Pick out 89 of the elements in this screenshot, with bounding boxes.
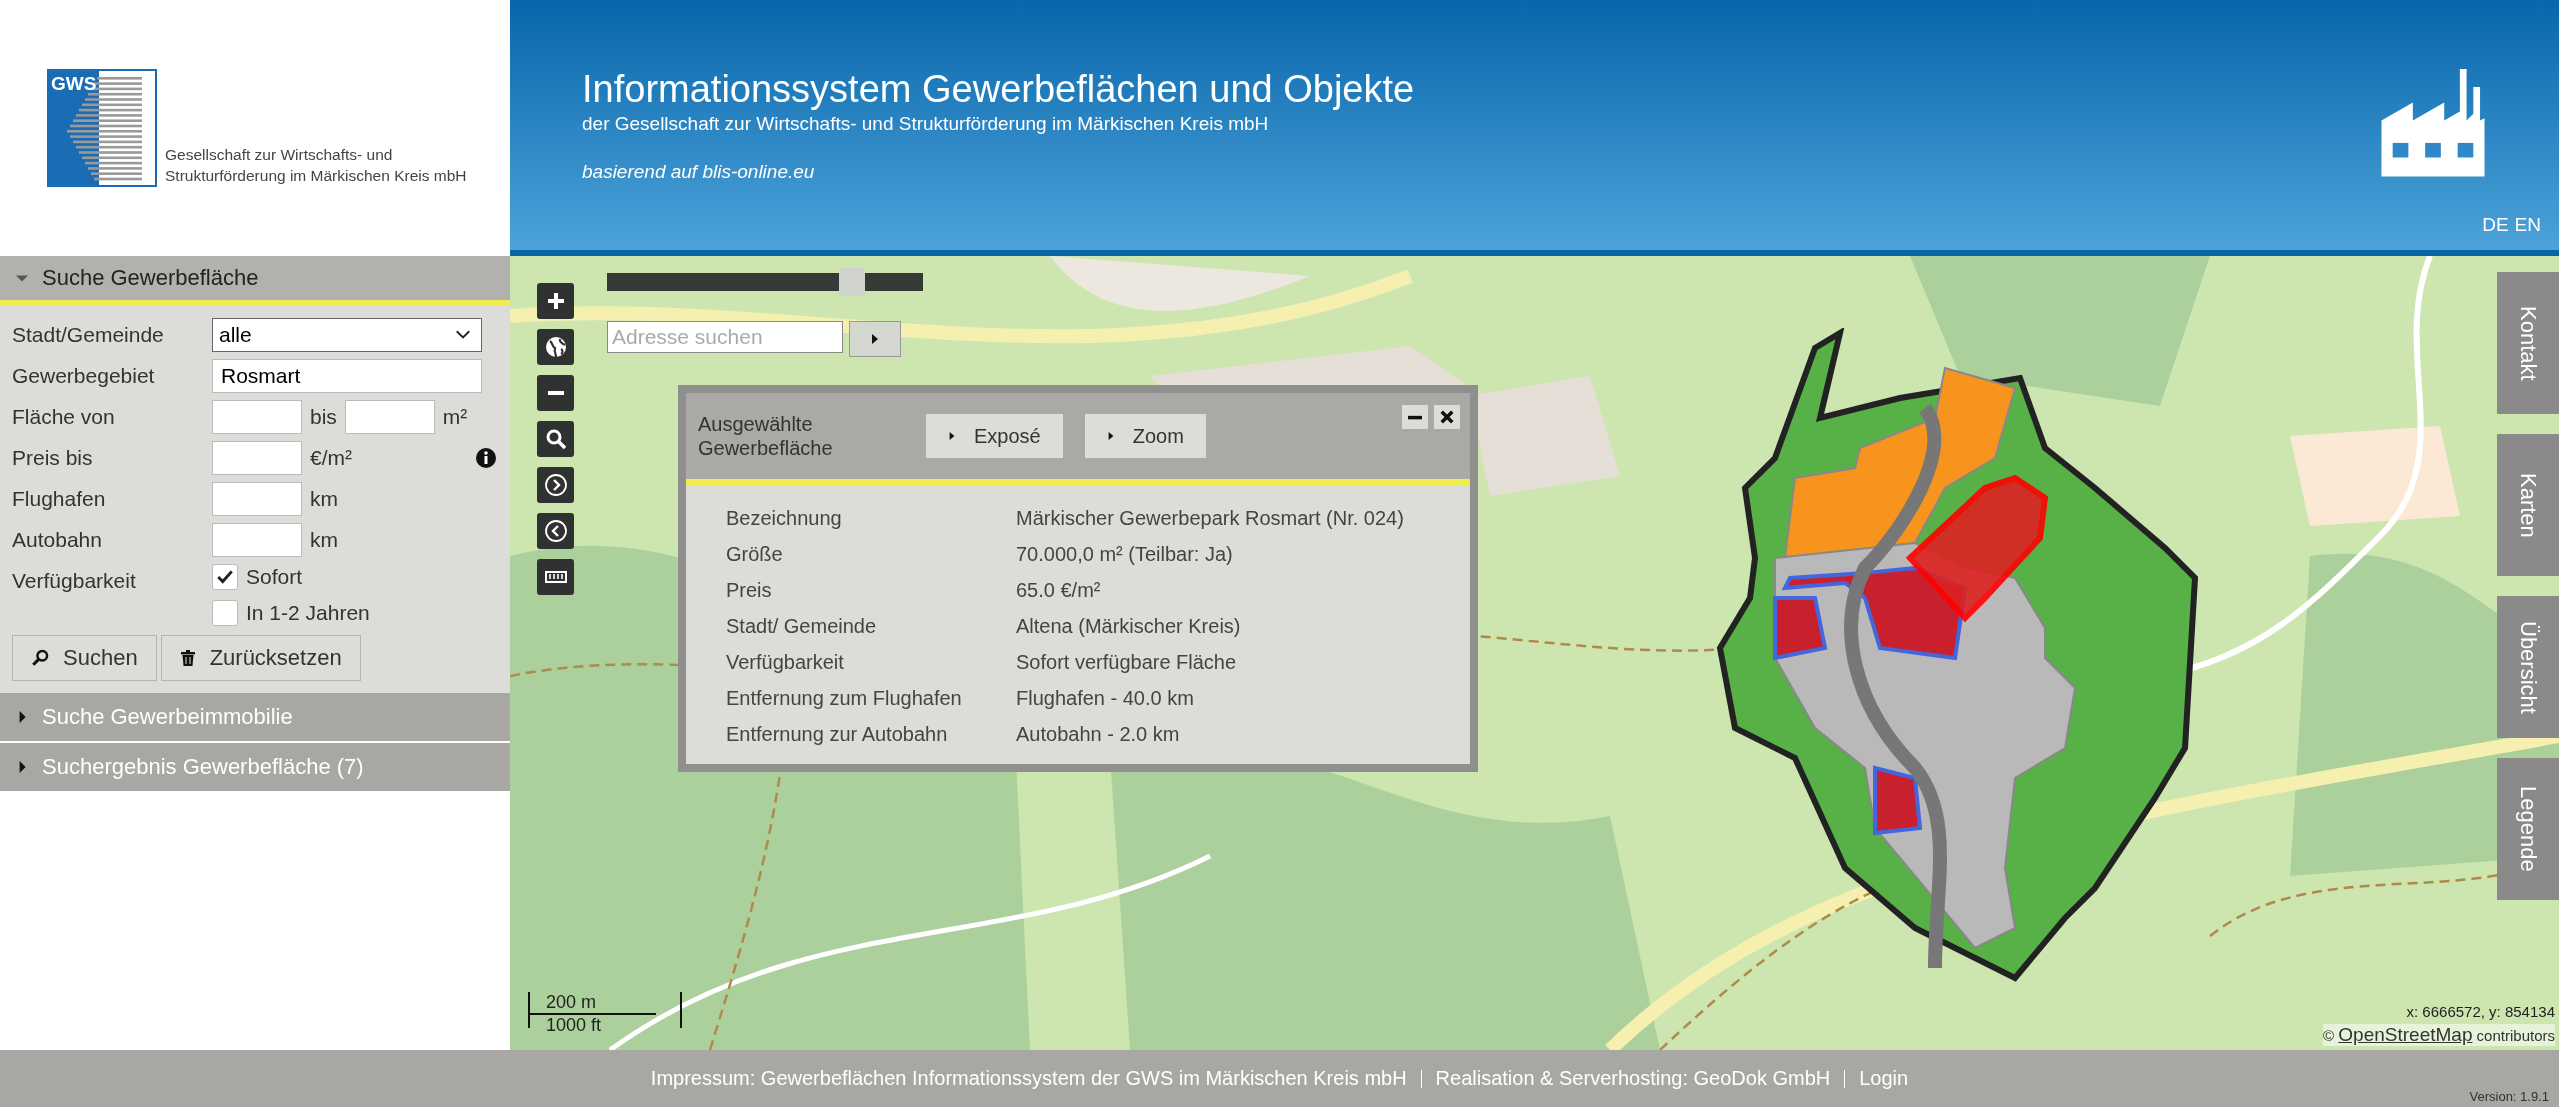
popup-action-button[interactable]: Exposé xyxy=(926,414,1063,458)
property-label: Bezeichnung xyxy=(726,507,843,530)
attribution-text: © OpenStreetMap contributors xyxy=(2323,1024,2555,1046)
property-label: Entfernung zur Autobahn xyxy=(726,723,949,746)
chevron-down-icon xyxy=(455,330,471,340)
section-header[interactable]: Suchergebnis Gewerbefläche (7) xyxy=(0,743,510,793)
input-field[interactable] xyxy=(212,400,302,434)
footer-link[interactable]: Login xyxy=(1859,1067,1909,1090)
property-value: Märkischer Gewerbepark Rosmart (Nr. 024) xyxy=(1016,507,1405,530)
version-text: Version: 1.9.1 xyxy=(2469,1089,2549,1104)
coordinates-text: x: 6666572, y: 854134 xyxy=(2406,1003,2555,1020)
field-label: Fläche von xyxy=(12,404,116,429)
field-label: Verfügbarkeit xyxy=(12,568,137,593)
logo-abbreviation: GWS xyxy=(51,73,97,95)
close-icon xyxy=(1440,410,1454,424)
forward-button[interactable] xyxy=(537,467,574,503)
property-value: Sofort verfügbare Fläche xyxy=(1016,651,1238,674)
close-button[interactable] xyxy=(1434,405,1460,429)
logo-stripes-icon xyxy=(47,69,157,187)
back-button[interactable] xyxy=(537,513,574,549)
play-icon xyxy=(870,333,880,345)
side-tab[interactable]: Karten xyxy=(2497,434,2559,576)
trash-icon xyxy=(179,649,196,667)
globe-button[interactable] xyxy=(537,329,574,365)
input-field[interactable]: Rosmart xyxy=(212,359,482,393)
zoom-in-button[interactable] xyxy=(537,283,574,319)
footer-link[interactable]: Realisation & Serverhosting: GeoDok GmbH xyxy=(1435,1067,1831,1090)
language-link[interactable]: DE xyxy=(2482,214,2509,236)
search-button[interactable] xyxy=(537,421,574,457)
info-icon[interactable] xyxy=(476,448,496,468)
site-subtitle: der Gesellschaft zur Wirtschafts- und Strukturförderung im Märkischen Kreis mbH xyxy=(582,112,1270,135)
property-value: 70.000,0 m² (Teilbar: Ja) xyxy=(1016,543,1234,566)
unit-text: km xyxy=(310,528,338,552)
footer-link[interactable]: Impressum: Gewerbeflächen Informationssystem der GWS im Märkischen Kreis mbH xyxy=(650,1067,1407,1090)
search-button[interactable]: Suchen xyxy=(12,635,157,681)
play-icon xyxy=(948,431,956,441)
property-value: 65.0 €/m² xyxy=(1016,579,1102,602)
attribution-link[interactable]: OpenStreetMap xyxy=(2338,1024,2473,1045)
property-value: Altena (Märkischer Kreis) xyxy=(1016,615,1242,638)
checkbox[interactable] xyxy=(212,564,238,590)
site-title: Informationssystem Gewerbeflächen und Objekte xyxy=(582,67,1415,111)
section-header[interactable]: Suche Gewerbefläche xyxy=(0,256,510,306)
checkbox-label: Sofort xyxy=(246,565,303,589)
minimize-button[interactable] xyxy=(1402,405,1428,429)
globe-icon xyxy=(543,335,568,359)
zoom-out-button[interactable] xyxy=(537,375,574,411)
property-value: Autobahn - 2.0 km xyxy=(1016,723,1181,746)
section-header[interactable]: Suche Gewerbeimmobilie xyxy=(0,693,510,743)
input-field[interactable] xyxy=(212,441,302,475)
checkbox-label: In 1-2 Jahren xyxy=(246,601,370,625)
tagline: basierend auf blis-online.eu xyxy=(582,160,816,183)
unit-text: €/m² xyxy=(310,446,352,470)
ruler-button[interactable] xyxy=(537,559,574,595)
property-label: Größe xyxy=(726,543,784,566)
address-search-field[interactable]: Adresse suchen xyxy=(607,321,843,353)
checkbox[interactable] xyxy=(212,600,238,626)
field-label: Gewerbegebiet xyxy=(12,363,156,388)
field-label: Flughafen xyxy=(12,486,107,511)
popup-action-button[interactable]: Zoom xyxy=(1084,414,1206,458)
field-label: Preis bis xyxy=(12,445,94,470)
side-tab[interactable]: Übersicht xyxy=(2497,596,2559,738)
property-label: Stadt/ Gemeinde xyxy=(726,615,878,638)
play-icon xyxy=(1106,431,1115,441)
reset-button[interactable]: Zurücksetzen xyxy=(160,635,361,681)
slider-thumb[interactable] xyxy=(839,268,865,296)
property-label: Entfernung zum Flughafen xyxy=(726,687,963,710)
side-tab[interactable]: Kontakt xyxy=(2497,272,2559,414)
company-name-line: Strukturförderung im Märkischen Kreis mbH xyxy=(165,166,467,187)
property-label: Preis xyxy=(726,579,773,602)
unit-text: km xyxy=(310,487,338,511)
minus-icon xyxy=(547,391,564,395)
input-field[interactable] xyxy=(344,400,435,434)
field-label: Stadt/Gemeinde xyxy=(12,322,165,347)
company-name-line: Gesellschaft zur Wirtschafts- und xyxy=(165,145,394,166)
search-icon xyxy=(31,649,49,667)
field-label: Autobahn xyxy=(12,527,103,552)
input-field[interactable] xyxy=(212,523,302,557)
chevron-left-icon xyxy=(543,519,568,543)
chevron-right-icon xyxy=(543,473,568,497)
unit-text: m² xyxy=(442,405,468,429)
city-select[interactable]: alle xyxy=(212,318,482,352)
checkmark-icon xyxy=(216,568,234,586)
property-value: Flughafen - 40.0 km xyxy=(1016,687,1195,710)
input-field[interactable] xyxy=(212,482,302,516)
separator-text: bis xyxy=(310,405,337,429)
property-label: Verfügbarkeit xyxy=(726,651,845,674)
popup-title: Ausgewählte Gewerbefläche xyxy=(698,412,834,460)
language-link[interactable]: EN xyxy=(2514,214,2541,236)
side-tab[interactable]: Legende xyxy=(2497,758,2559,900)
